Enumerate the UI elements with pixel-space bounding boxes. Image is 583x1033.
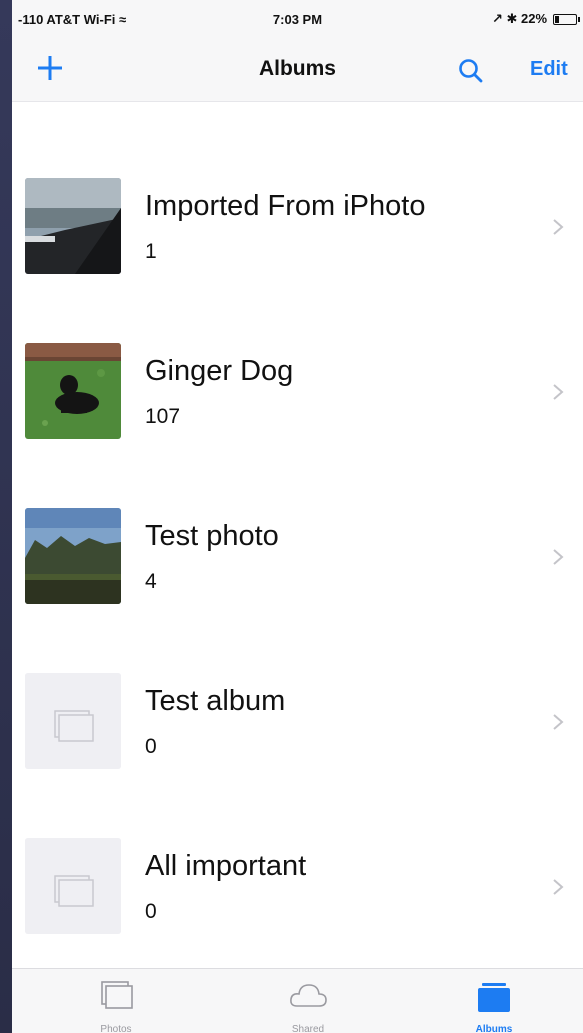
album-title: Test photo xyxy=(145,520,279,552)
status-indicators: ↗ ✱ 22% xyxy=(491,11,580,27)
photo-trees-sky-thumbnail xyxy=(25,508,121,604)
album-row-test-photo[interactable]: Test photo 4 xyxy=(12,490,583,655)
chevron-right-icon xyxy=(553,219,564,235)
album-title: All important xyxy=(145,850,307,882)
album-title: Imported From iPhoto xyxy=(145,190,426,222)
chevron-right-icon xyxy=(553,879,564,895)
album-thumbnail xyxy=(25,178,121,274)
photo-landscape-dark-thumbnail xyxy=(25,178,121,274)
battery-nub xyxy=(578,16,580,22)
tab-photos[interactable]: Photos xyxy=(46,969,186,1033)
album-count: 4 xyxy=(145,570,157,593)
cloud-icon xyxy=(290,984,327,1007)
page-title: Albums xyxy=(258,57,336,80)
photos-icon xyxy=(101,981,133,1009)
tab-label: Shared xyxy=(291,1024,325,1033)
album-thumbnail xyxy=(25,673,121,769)
battery-fill xyxy=(555,15,559,23)
tab-label: Photos xyxy=(100,1024,132,1033)
status-bar: -110 AT&T Wi-Fi ≈ 7:03 PM ↗ ✱ 22% xyxy=(12,0,583,36)
empty-album-icon xyxy=(25,838,121,934)
albums-icon xyxy=(478,983,510,1012)
status-right-text: ↗ ✱ 22% xyxy=(491,11,547,26)
tab-shared[interactable]: Shared xyxy=(238,969,378,1033)
album-row-ginger-dog[interactable]: Ginger Dog 107 xyxy=(12,325,583,490)
album-thumbnail xyxy=(25,508,121,604)
search-icon xyxy=(459,59,483,83)
album-row-all-important[interactable]: All important 0 xyxy=(12,820,583,985)
search-button[interactable] xyxy=(458,58,484,84)
album-count: 0 xyxy=(145,735,157,758)
navigation-bar: Albums Edit xyxy=(12,36,583,102)
empty-album-icon xyxy=(25,673,121,769)
tab-albums[interactable]: Albums xyxy=(424,969,564,1033)
album-count: 107 xyxy=(145,405,181,428)
album-title: Ginger Dog xyxy=(145,355,294,387)
tab-bar: Photos Shared Albums xyxy=(12,968,583,1033)
chevron-right-icon xyxy=(553,714,564,730)
battery-icon xyxy=(553,13,580,25)
album-count: 1 xyxy=(145,240,157,263)
album-thumbnail xyxy=(25,343,121,439)
album-list: Imported From iPhoto 1 Ginger Dog 107 Te… xyxy=(12,160,583,985)
album-row-test-album[interactable]: Test album 0 xyxy=(12,655,583,820)
device-frame: -110 AT&T Wi-Fi ≈ 7:03 PM ↗ ✱ 22% Albums xyxy=(0,0,583,1033)
chevron-right-icon xyxy=(553,384,564,400)
tab-label: Albums xyxy=(475,1024,513,1033)
chevron-right-icon xyxy=(553,549,564,565)
album-row-imported-from-iphoto[interactable]: Imported From iPhoto 1 xyxy=(12,160,583,325)
album-title: Test album xyxy=(145,685,286,717)
album-thumbnail xyxy=(25,838,121,934)
photo-dog-on-grass-thumbnail xyxy=(25,343,121,439)
phone-screen: -110 AT&T Wi-Fi ≈ 7:03 PM ↗ ✱ 22% Albums xyxy=(12,0,583,1033)
edit-button[interactable]: Edit xyxy=(530,58,568,81)
album-count: 0 xyxy=(145,900,157,923)
